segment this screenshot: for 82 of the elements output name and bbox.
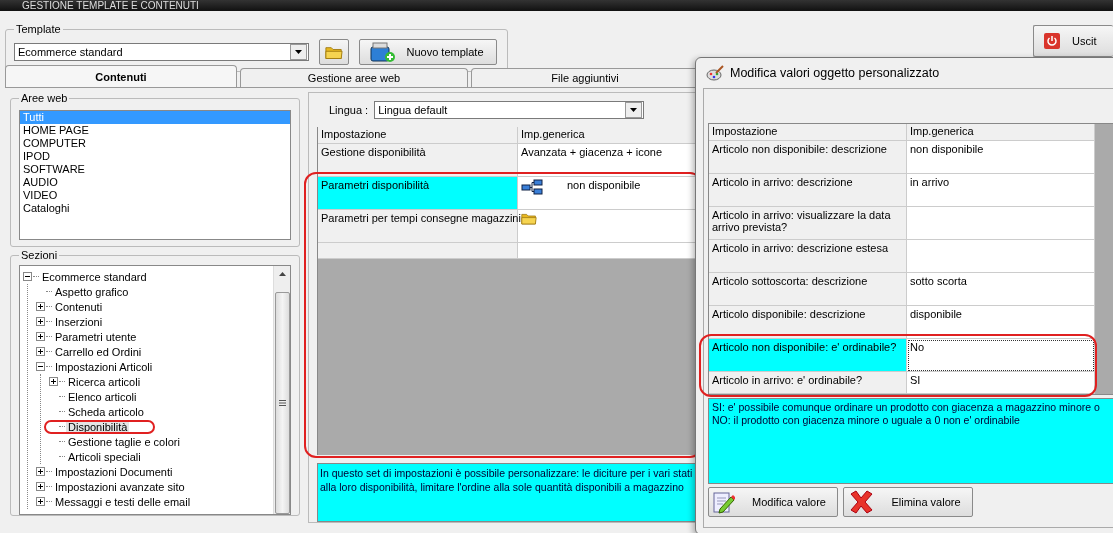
template-dropdown[interactable]: Ecommerce standard	[14, 43, 309, 61]
list-item[interactable]: SOFTWARE	[20, 163, 290, 176]
expand-icon[interactable]	[36, 302, 45, 311]
list-item[interactable]: HOME PAGE	[20, 124, 290, 137]
palette-icon	[706, 65, 724, 81]
column-header: Impostazione	[318, 127, 518, 144]
table-cell: non disponibile	[907, 141, 1095, 174]
list-item[interactable]: VIDEO	[20, 189, 290, 202]
expand-icon[interactable]	[36, 317, 45, 326]
exit-button[interactable]: Uscit	[1033, 25, 1113, 57]
expand-icon[interactable]	[36, 482, 45, 491]
table-cell[interactable]: Articolo non disponibile: descrizione	[709, 141, 907, 174]
list-item[interactable]: IPOD	[20, 150, 290, 163]
tree-item[interactable]: Carrello ed Ordini	[53, 345, 144, 358]
tree-item[interactable]: Messaggi e testi delle email	[53, 495, 193, 508]
hierarchy-icon	[521, 179, 543, 195]
language-label: Lingua :	[329, 104, 369, 116]
folder-icon	[325, 44, 343, 60]
tree-item[interactable]: Ecommerce standard	[40, 270, 149, 283]
list-item[interactable]: COMPUTER	[20, 137, 290, 150]
tree-item[interactable]: Scheda articolo	[66, 405, 146, 418]
power-icon	[1044, 33, 1060, 49]
window-title: GESTIONE TEMPLATE E CONTENUTI	[0, 0, 1113, 11]
group-label: Aree web	[20, 92, 69, 104]
folder-icon	[521, 212, 537, 225]
edit-button[interactable]: Modifica valore	[708, 487, 838, 517]
tree-item[interactable]: Aspetto grafico	[53, 285, 131, 298]
edit-document-icon	[713, 490, 735, 514]
tree-item[interactable]: Contenuti	[53, 300, 105, 313]
grip-icon[interactable]	[278, 400, 286, 406]
column-header: Imp.generica	[907, 124, 1095, 141]
scrollbar[interactable]	[273, 266, 290, 514]
tab[interactable]: Gestione aree web	[240, 68, 468, 87]
column-header: Imp.generica	[518, 127, 698, 144]
description-text: In questo set di impostazioni è possibile personalizzare: le diciture per i vari stati alla loro disponibilità, limitare l'ordine alla sole quantità disponibili a magazzino	[317, 463, 698, 522]
table-cell: Avanzata + giacenza + icone	[521, 146, 663, 158]
table-cell: disponibile	[907, 306, 1095, 339]
group-label: Sezioni	[20, 249, 59, 261]
table-cell: non disponibile	[567, 179, 641, 191]
table-cell: sotto scorta	[907, 273, 1095, 306]
table-cell: SI	[907, 372, 1095, 394]
delete-icon	[848, 490, 874, 514]
new-template-button[interactable]: Nuovo template	[359, 39, 497, 65]
tree-item[interactable]: Gestione taglie e colori	[66, 435, 182, 448]
collapse-icon[interactable]	[23, 272, 32, 281]
table-cell[interactable]: Articolo sottoscorta: descrizione	[709, 273, 907, 306]
language-dropdown[interactable]: Lingua default	[374, 101, 645, 119]
table-cell[interactable]: Articolo non disponibile: e' ordinabile?	[709, 339, 907, 372]
table-cell[interactable]: Articolo in arrivo: visualizzare la data arrivo prevista?	[709, 207, 907, 240]
expand-icon[interactable]	[36, 332, 45, 341]
list-item[interactable]: Cataloghi	[20, 202, 290, 215]
delete-button[interactable]: Elimina valore	[843, 487, 973, 517]
expand-icon[interactable]	[36, 497, 45, 506]
table-cell[interactable]: Articolo disponibile: descrizione	[709, 306, 907, 339]
list-item[interactable]: AUDIO	[20, 176, 290, 189]
tree-item[interactable]: Elenco articoli	[66, 390, 139, 403]
table-cell: No	[907, 339, 1095, 372]
table-cell[interactable]: Articolo in arrivo: descrizione	[709, 174, 907, 207]
table-cell[interactable]: Articolo in arrivo: descrizione estesa	[709, 240, 907, 273]
tree-item[interactable]: Ricerca articoli	[66, 375, 143, 388]
dialog-title: Modifica valori oggetto personalizzato	[730, 66, 940, 80]
tree-item[interactable]: Impostazioni Articoli	[53, 360, 155, 373]
table-cell[interactable]: Gestione disponibilità	[318, 144, 518, 177]
open-folder-button[interactable]	[319, 39, 349, 65]
expand-icon[interactable]	[36, 467, 45, 476]
expand-icon[interactable]	[49, 377, 58, 386]
tab[interactable]: Contenuti	[5, 65, 237, 87]
collapse-icon[interactable]	[36, 362, 45, 371]
tree-item[interactable]: Impostazioni avanzate sito	[53, 480, 187, 493]
table-cell[interactable]: Articolo in arrivo: e' ordinabile?	[709, 372, 907, 394]
group-label: Template	[15, 23, 62, 35]
box-plus-icon	[370, 42, 396, 62]
description-text: SI: e' possibile comunque ordinare un prodotto con giacenza a magazzino minore o NO: il prodotto con giacenza minore o uguale a 0 non e' ordinabile	[708, 398, 1113, 484]
expand-icon[interactable]	[36, 347, 45, 356]
column-header: Impostazione	[709, 124, 907, 141]
tree-item[interactable]: Articoli speciali	[66, 450, 143, 463]
tree-item[interactable]: Inserzioni	[53, 315, 105, 328]
scroll-up-icon[interactable]	[278, 272, 286, 276]
table-cell[interactable]: Parametri disponibilità	[318, 177, 518, 210]
tree-item[interactable]: Parametri utente	[53, 330, 139, 343]
table-cell: in arrivo	[907, 174, 1095, 207]
tree-item[interactable]: Impostazioni Documenti	[53, 465, 175, 478]
